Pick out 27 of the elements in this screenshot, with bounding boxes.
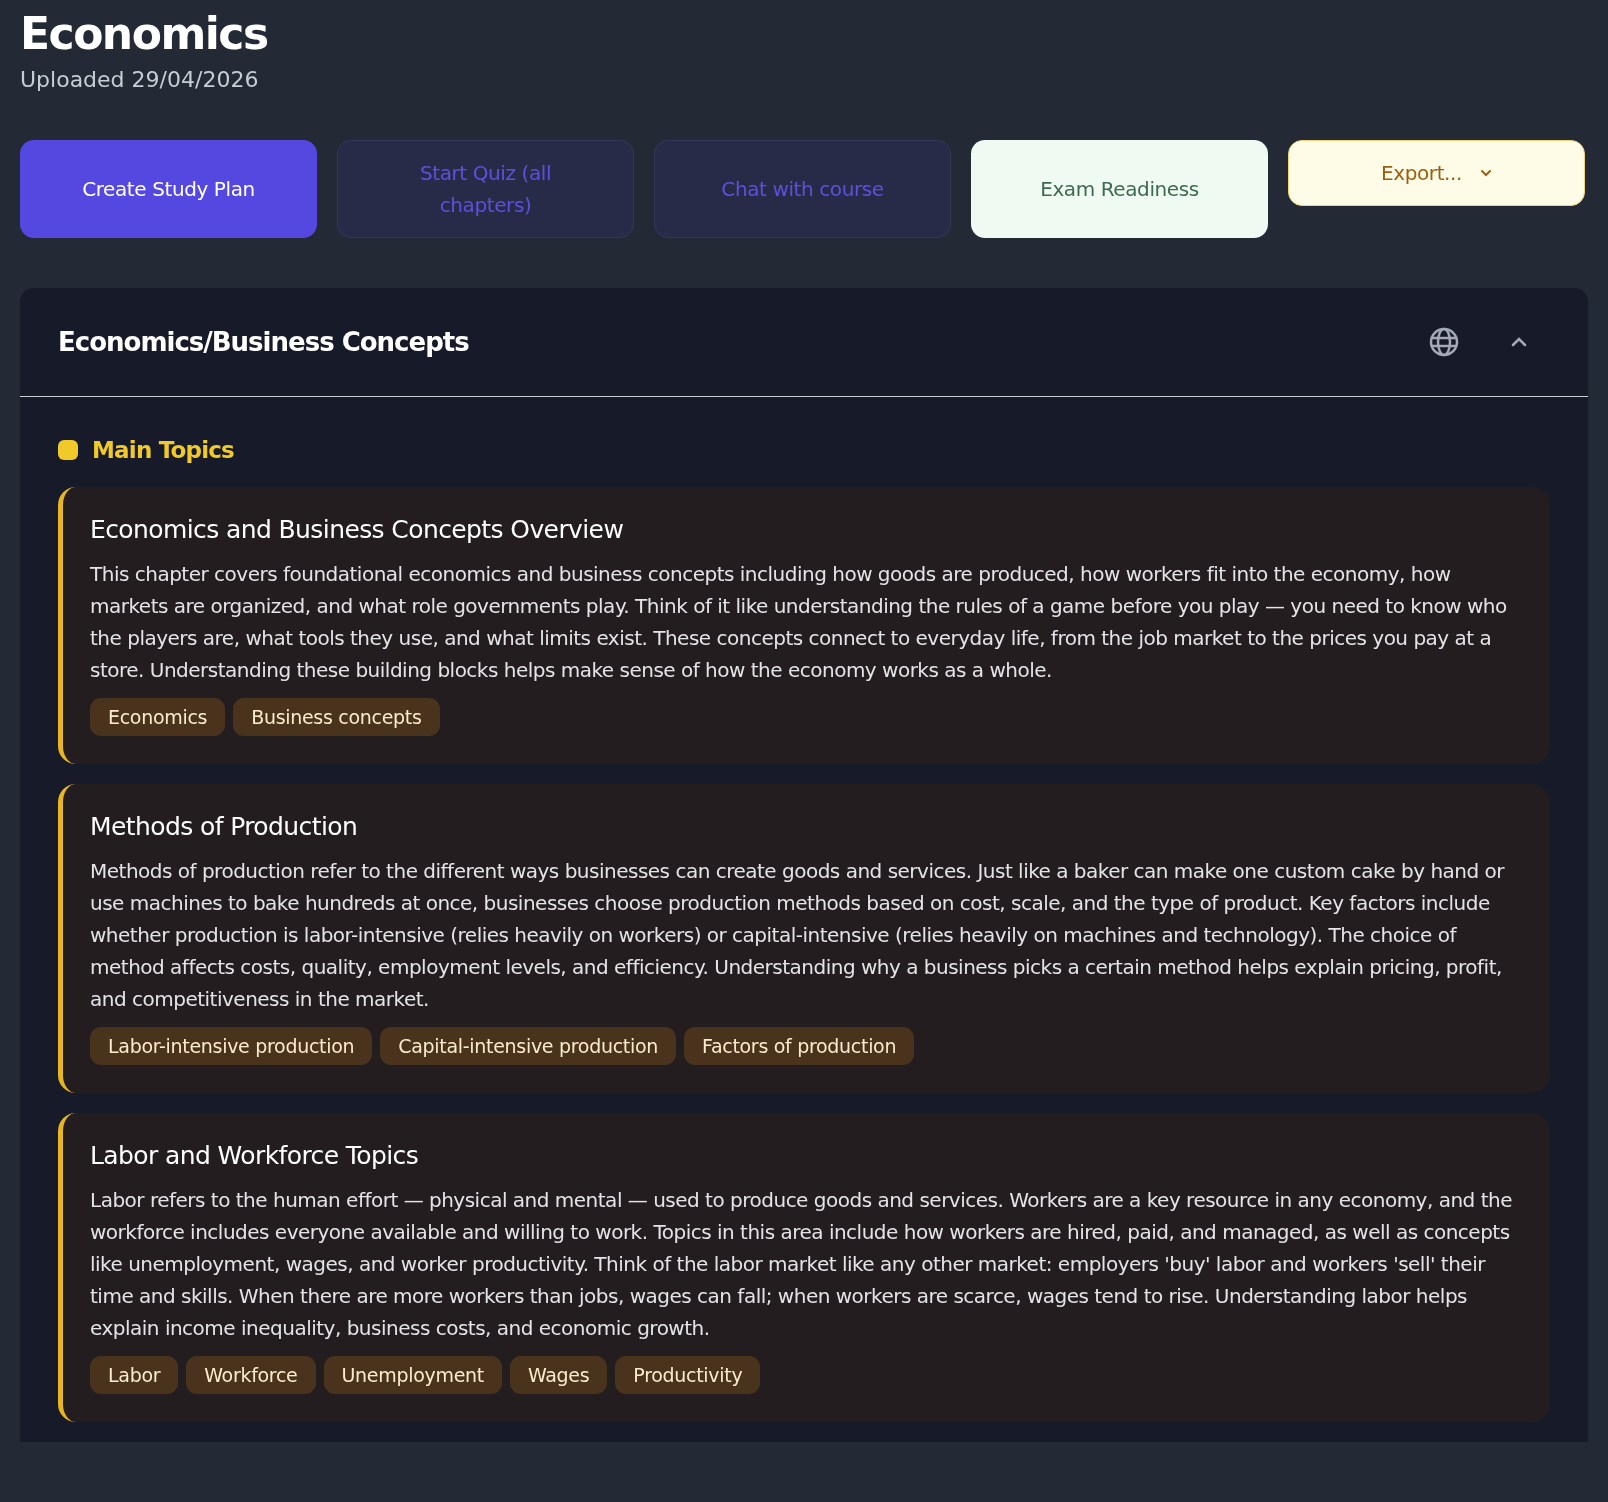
topic-title: Methods of Production (90, 812, 359, 841)
action-button[interactable]: Exam Readiness (971, 140, 1268, 238)
topic-tag: Wages (509, 1356, 608, 1394)
action-button[interactable]: Create Study Plan (20, 140, 317, 238)
topic-tag: Factors of production (684, 1027, 915, 1065)
topic-tag: Workforce (186, 1356, 316, 1394)
caret-icon (1479, 169, 1492, 177)
topic-tag: Business concepts (233, 698, 440, 736)
topic-title: Economics and Business Concepts Overview (90, 515, 625, 544)
topic-tag: Productivity (615, 1356, 761, 1394)
upload-date: Uploaded 29/04/2026 (20, 67, 259, 92)
section-title: Economics/Business Concepts (58, 327, 469, 357)
topic-tag: Capital-intensive production (380, 1027, 676, 1065)
group-label: Main Topics (92, 437, 234, 463)
topic-description: This chapter covers foundational economics and business concepts including how goods are produced, how workers fit into the economy, how markets are organized, and what role governments play. Think of it like understanding the rules of a game before you play — you need to know who the players are, what tools they use, and what limits exist. These concepts connect to everyday life, from the job market to the prices you pay at a store. Understanding these building blocks helps make sense of how the economy works as a whole. (90, 561, 1508, 684)
topic-tag: Labor (90, 1356, 179, 1394)
topic-tag: Labor-intensive production (90, 1027, 373, 1065)
course-title: Economics (20, 8, 268, 59)
globe-icon[interactable] (1428, 326, 1460, 358)
topic-description: Methods of production refer to the different ways businesses can create goods and services. Just like a baker can make one custom cake by hand or use machines to bake hundreds at once, businesses choose production methods based on cost, scale, and the type of product. Key factors include whether production is labor-intensive (relies heavily on workers) or capital-intensive (relies heavily on machines and technology). The choice of method affects costs, quality, employment levels, and efficiency. Understanding why a business picks a certain method helps explain pricing, profit, and competitiveness in the market. (90, 858, 1506, 1013)
chevron-icon[interactable] (1510, 336, 1528, 348)
topic-description: Labor refers to the human effort — physical and mental — used to produce goods and services. Workers are a key resource in any economy, and the workforce includes everyone available and willing to work. Topics in this area include how workers are hired, paid, and managed, as well as concepts like unemployment, wages, and worker productivity. Think of the labor market like any other market: employers 'buy' labor and workers 'sell' their time and skills. When there are more workers than jobs, wages can fall; when workers are scarce, wages tend to rise. Understanding labor helps explain income inequality, business costs, and economic growth. (90, 1187, 1513, 1342)
topic-tag: Unemployment (323, 1356, 502, 1394)
action-button[interactable]: Export... (1288, 140, 1585, 206)
topic-title: Labor and Workforce Topics (90, 1141, 420, 1170)
bullet-icon (58, 440, 78, 460)
topic-tag: Economics (90, 698, 226, 736)
